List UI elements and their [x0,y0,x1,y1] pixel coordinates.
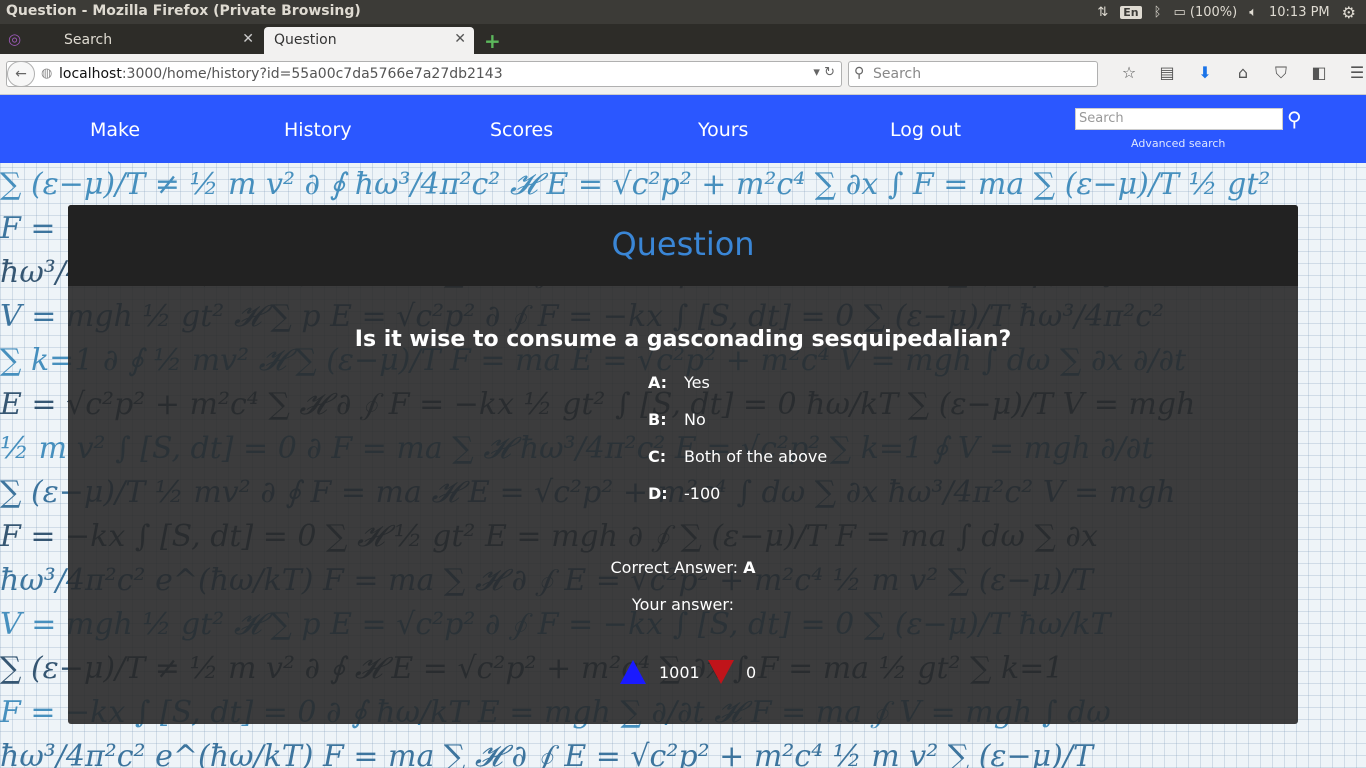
tab-question[interactable]: Question ✕ [264,27,474,54]
panel-header: Question [68,205,1298,286]
tab-label: Search [64,32,113,48]
browser-search-input[interactable]: ⚲ Search [848,61,1098,87]
clock[interactable]: 10:13 PM [1269,5,1330,20]
browser-search-placeholder: Search [873,66,922,82]
option-c-text: Both of the above [684,447,828,466]
toolbar-icons: ☆ ▤ ⬇ ⌂ ⛉ ◧ ☰ [1110,63,1366,83]
battery-percent: (100%) [1189,5,1238,20]
keyboard-layout[interactable]: En [1120,6,1142,19]
option-d-text: -100 [684,484,721,503]
url-host: localhost [59,66,122,82]
gear-icon[interactable]: ⚙ [1342,3,1356,22]
advanced-search-link[interactable]: Advanced search [1131,137,1225,150]
browser-toolbar: ← ◍ localhost:3000/home/history?id=55a00… [0,54,1366,95]
upvote-count: 1001 [659,663,700,682]
system-tray: ⇅ En ᛒ ▭ (100%) 🔈︎ 10:13 PM ⚙ [1097,3,1356,22]
downvote-count: 0 [746,663,757,682]
battery-indicator[interactable]: ▭ (100%) [1173,5,1237,20]
battery-icon: ▭ [1173,5,1186,20]
bluetooth-icon[interactable]: ᛒ [1154,5,1162,20]
close-icon[interactable]: ✕ [454,31,466,47]
dropdown-arrow-icon[interactable]: ▾ [813,65,820,80]
network-icon[interactable]: ⇅ [1097,5,1108,20]
reload-icon[interactable]: ↻ [824,65,835,80]
home-icon[interactable]: ⌂ [1224,63,1262,83]
url-path: :3000/home/history?id=55a00c7da5766e7a27… [121,66,503,82]
upvote-triangle-icon[interactable] [620,660,646,684]
volume-icon[interactable]: 🔈︎ [1249,5,1257,20]
your-answer: Your answer: [68,595,1298,614]
downvote-triangle-icon[interactable] [708,660,734,684]
back-arrow-icon[interactable]: ← [7,61,35,87]
your-answer-label: Your answer: [631,595,735,614]
reading-list-icon[interactable]: ▤ [1148,63,1186,83]
page-title: Question [611,225,755,263]
correct-answer: Correct Answer: A [68,558,1298,577]
shield-icon[interactable]: ⛉ [1262,63,1300,83]
question-panel: Question Is it wise to consume a gascona… [68,205,1298,724]
nav-scores[interactable]: Scores [490,119,553,141]
site-search-input[interactable]: Search [1075,108,1283,130]
new-tab-plus-icon[interactable]: + [484,29,501,53]
option-d-key: D: [648,484,668,503]
option-a-key: A: [648,373,668,392]
page-viewport: ∑ (ε−μ)/T ≠ ½ m v² ∂ ∮ ħω³/4π²c² 𝓗 E = √… [0,95,1366,768]
search-icon[interactable]: ⚲ [1287,107,1302,131]
close-icon[interactable]: ✕ [242,31,254,47]
tab-label: Question [274,32,337,48]
nav-yours[interactable]: Yours [698,119,748,141]
window-title: Question - Mozilla Firefox (Private Brow… [6,3,361,19]
correct-answer-value: A [743,558,756,577]
globe-icon[interactable]: ◍ [41,66,52,81]
tab-search[interactable]: ◎ Search ✕ [0,27,262,54]
search-icon: ⚲ [854,65,865,81]
url-controls: ▾ ↻ [813,65,835,80]
extension-icon[interactable]: ◧ [1300,63,1338,83]
correct-answer-label: Correct Answer: [610,558,739,577]
download-arrow-icon[interactable]: ⬇ [1186,63,1224,83]
nav-make[interactable]: Make [90,119,140,141]
url-bar[interactable]: ← ◍ localhost:3000/home/history?id=55a00… [6,61,842,87]
bookmark-star-icon[interactable]: ☆ [1110,63,1148,83]
option-c-key: C: [648,447,667,466]
option-a-text: Yes [684,373,710,392]
private-browsing-mask-icon: ◎ [8,30,22,48]
os-title-bar: Question - Mozilla Firefox (Private Brow… [0,0,1366,24]
tab-strip: ◎ Search ✕ Question ✕ + [0,24,1366,54]
nav-log-out[interactable]: Log out [890,119,961,141]
url-text[interactable]: localhost:3000/home/history?id=55a00c7da… [59,66,503,82]
hamburger-menu-icon[interactable]: ☰ [1338,63,1366,83]
nav-history[interactable]: History [284,119,352,141]
option-b-text: No [684,410,706,429]
question-text: Is it wise to consume a gasconading sesq… [354,327,1012,352]
site-search-placeholder: Search [1079,111,1124,126]
site-navbar: Make History Scores Yours Log out Search… [0,95,1366,163]
option-b-key: B: [648,410,667,429]
